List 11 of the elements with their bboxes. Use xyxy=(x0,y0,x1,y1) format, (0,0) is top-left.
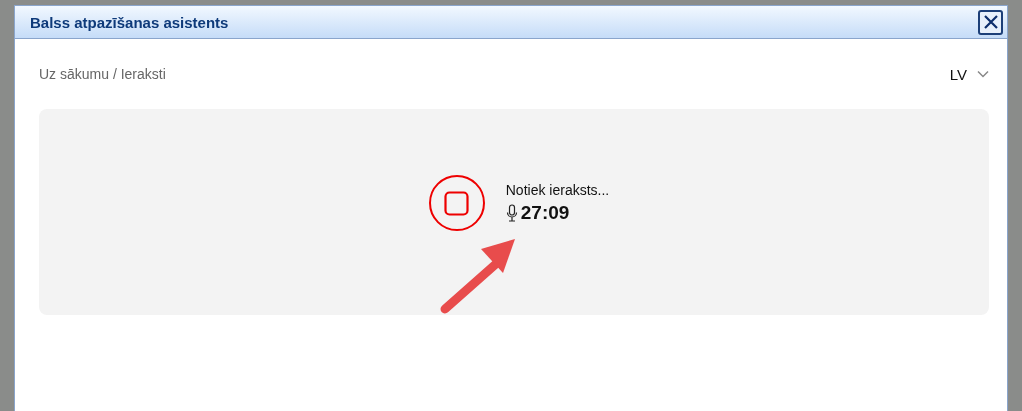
close-button[interactable] xyxy=(978,9,1003,35)
recording-status: Notiek ieraksts... xyxy=(505,182,610,198)
microphone-icon xyxy=(505,204,518,222)
stop-button[interactable] xyxy=(428,175,485,231)
language-dropdown[interactable]: LV xyxy=(949,65,989,83)
stop-icon xyxy=(444,190,470,216)
close-icon xyxy=(981,13,1000,31)
breadcrumb: Uz sākumu / Ieraksti xyxy=(39,66,166,82)
chevron-down-icon xyxy=(977,70,989,78)
dialog-title: Balss atpazīšanas asistents xyxy=(30,13,229,31)
recording-time: 27:09 xyxy=(520,202,570,224)
